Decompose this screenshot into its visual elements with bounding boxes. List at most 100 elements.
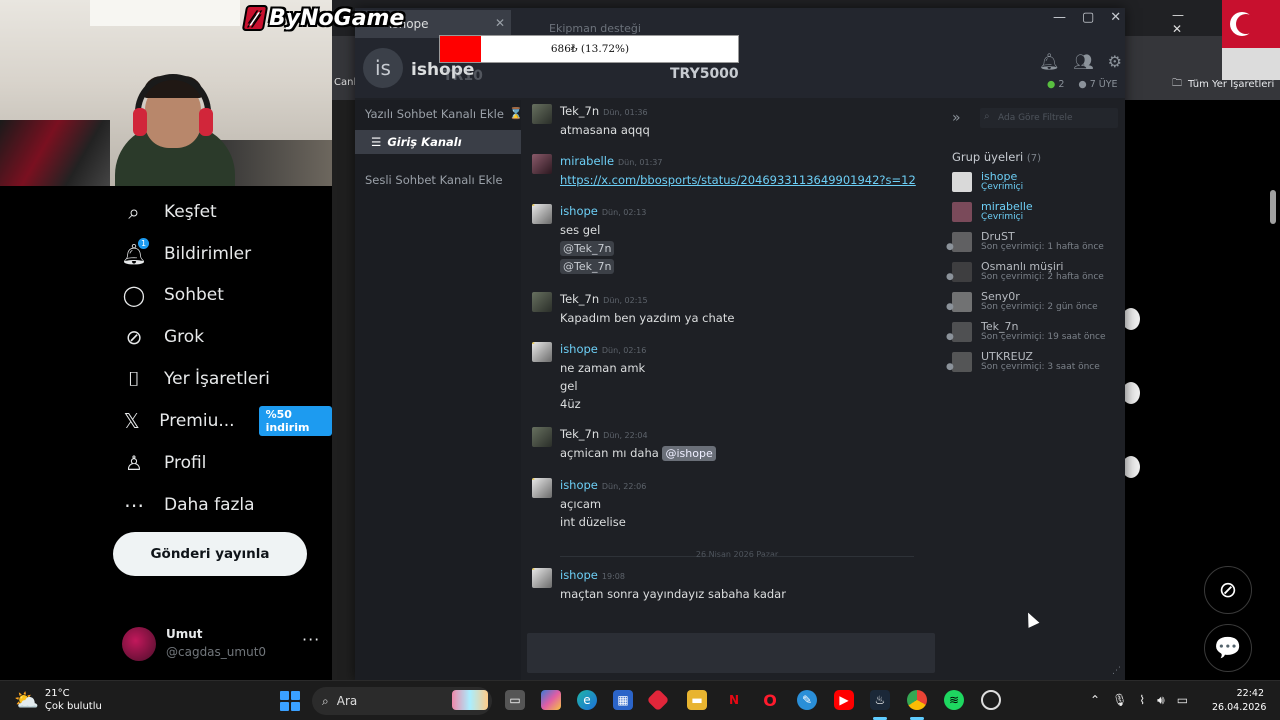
gear-icon[interactable]: ⚙ bbox=[1108, 52, 1122, 71]
avatar[interactable]: ♛ bbox=[532, 478, 552, 498]
member-status: Çevrimiçi bbox=[981, 212, 1024, 222]
member-row[interactable]: ● UTKREUZ Son çevrimiçi: 3 saat önce bbox=[946, 350, 1124, 376]
avatar[interactable] bbox=[532, 104, 552, 124]
bell-icon[interactable]: 🔔︎ bbox=[1039, 52, 1059, 71]
avatar bbox=[122, 627, 156, 661]
grok-fab-button[interactable]: ⊘ bbox=[1204, 566, 1252, 614]
avatar bbox=[952, 172, 972, 192]
wifi-icon[interactable]: ⌇ bbox=[1139, 693, 1145, 708]
close-icon[interactable]: ✕ bbox=[1110, 10, 1121, 25]
speaker-icon[interactable]: 🔊︎ bbox=[1157, 693, 1165, 708]
nav-premium[interactable]: 𝕏 Premiu... %50 indirim bbox=[122, 404, 332, 438]
nav-label: Premiu... bbox=[159, 411, 235, 431]
nav-label: Daha fazla bbox=[164, 495, 255, 515]
bookmark-icon: ⌷ bbox=[128, 367, 140, 391]
mention-chip[interactable]: @ishope bbox=[662, 446, 716, 461]
more-circle-icon: ⋯ bbox=[124, 493, 144, 517]
steam-group-chat-window: ishope ✕ Ekipman desteği — ▢ ✕ is ishope… bbox=[355, 8, 1125, 680]
member-status: Çevrimiçi bbox=[981, 182, 1024, 192]
clock-date: 26.04.2026 bbox=[1212, 702, 1267, 713]
avatar[interactable]: ♛ bbox=[532, 204, 552, 224]
add-text-channel[interactable]: Yazılı Sohbet Kanalı Ekle ⌛ bbox=[365, 107, 523, 121]
nav-label: Profil bbox=[164, 453, 207, 473]
nav-explore[interactable]: ⌕ Keşfet bbox=[122, 195, 216, 229]
chat-fab-button[interactable]: 💬 bbox=[1204, 624, 1252, 672]
mention-chip[interactable]: @Tek_7n bbox=[560, 259, 615, 274]
battery-icon[interactable]: ▭ bbox=[1177, 693, 1188, 708]
nav-notifications[interactable]: 🔔︎ 1 Bildirimler bbox=[121, 237, 251, 271]
channel-entry-active[interactable]: ☰ Giriş Kanalı bbox=[355, 130, 521, 154]
window-controls: — ▢ ✕ bbox=[1053, 10, 1121, 25]
message-text: 4üz bbox=[560, 397, 581, 411]
app-circle-icon[interactable] bbox=[981, 690, 1001, 710]
clock[interactable]: 22:42 26.04.2026 bbox=[1212, 687, 1267, 715]
store-icon[interactable]: ▦ bbox=[613, 690, 633, 710]
account-switcher[interactable]: Umut @cagdas_umut0 ··· bbox=[122, 624, 322, 664]
account-more-icon[interactable]: ··· bbox=[302, 630, 320, 649]
page-scrollbar[interactable] bbox=[1270, 190, 1276, 224]
start-button[interactable] bbox=[280, 691, 300, 711]
maximize-icon[interactable]: ▢ bbox=[1082, 10, 1094, 25]
cloudy-icon: ⛅ bbox=[14, 688, 39, 712]
message-text: gel bbox=[560, 379, 578, 393]
invite-friend-icon[interactable]: 👥︎ bbox=[1073, 52, 1093, 71]
avatar[interactable] bbox=[532, 292, 552, 312]
avatar[interactable]: ♛ bbox=[532, 342, 552, 362]
member-row[interactable]: ● Seny0r Son çevrimiçi: 2 gün önce bbox=[946, 290, 1124, 316]
copilot-icon[interactable] bbox=[541, 690, 561, 710]
member-status: Son çevrimiçi: 2 gün önce bbox=[981, 302, 1098, 312]
edge-icon[interactable]: e bbox=[577, 690, 597, 710]
message-text: ne zaman amk bbox=[560, 361, 646, 375]
group-avatar[interactable]: is bbox=[363, 48, 403, 88]
chevron-up-icon[interactable]: ⌃ bbox=[1090, 693, 1100, 708]
avatar[interactable]: ♛ bbox=[532, 568, 552, 588]
clock-time: 22:42 bbox=[1236, 688, 1264, 699]
close-tab-icon[interactable]: ✕ bbox=[495, 16, 505, 30]
minimize-icon[interactable]: — bbox=[1053, 10, 1066, 25]
message-input[interactable] bbox=[527, 633, 935, 673]
member-row[interactable]: ● Tek_7n Son çevrimiçi: 19 saat önce bbox=[946, 320, 1124, 346]
notification-badge: 1 bbox=[138, 238, 149, 249]
overlay-goal-label: Ekipman desteği bbox=[549, 22, 641, 35]
youtube-icon[interactable]: ▶ bbox=[834, 690, 854, 710]
post-button[interactable]: Gönderi yayınla bbox=[113, 532, 307, 576]
weather-widget[interactable]: ⛅ 21°C Çok bulutlu bbox=[14, 687, 102, 713]
member-row[interactable]: mirabelle Çevrimiçi bbox=[952, 200, 1124, 226]
spotify-icon[interactable]: ≋ bbox=[944, 690, 964, 710]
channel-list: Yazılı Sohbet Kanalı Ekle ⌛ ☰ Giriş Kana… bbox=[355, 100, 523, 680]
member-row[interactable]: ishope Çevrimiçi bbox=[952, 170, 1124, 196]
resize-grip-icon[interactable]: ⋰ bbox=[1112, 666, 1121, 676]
avatar bbox=[952, 322, 972, 342]
offline-person-icon: ● bbox=[946, 302, 954, 312]
nav-bookmarks[interactable]: ⌷ Yer İşaretleri bbox=[122, 362, 270, 396]
file-explorer-icon[interactable]: ▬ bbox=[687, 690, 707, 710]
add-voice-channel[interactable]: Sesli Sohbet Kanalı Ekle bbox=[365, 173, 503, 187]
microphone-icon[interactable]: 🎙︎ bbox=[1112, 693, 1127, 708]
mention-chip[interactable]: @Tek_7n bbox=[560, 241, 615, 256]
avatar bbox=[952, 232, 972, 252]
task-view-icon[interactable]: ▭ bbox=[505, 690, 525, 710]
nav-more[interactable]: ⋯ Daha fazla bbox=[122, 488, 255, 522]
app-diamond-icon[interactable] bbox=[646, 688, 670, 712]
member-filter-input[interactable]: Ada Göre Filtrele bbox=[980, 108, 1118, 128]
taskbar: ⛅ 21°C Çok bulutlu ⌕ Ara ▭ e ▦ ▬ N O ✎ ▶… bbox=[0, 680, 1280, 720]
search-highlight-icon[interactable] bbox=[452, 690, 488, 710]
nav-chat[interactable]: ◯ Sohbet bbox=[122, 278, 224, 312]
avatar[interactable] bbox=[532, 427, 552, 447]
netflix-icon[interactable]: N bbox=[724, 690, 744, 710]
bookmarks-folder-label: Tüm Yer İşaretleri bbox=[1188, 79, 1275, 90]
online-count: 2 bbox=[1058, 79, 1065, 90]
clipboard-app-icon[interactable]: ✎ bbox=[797, 690, 817, 710]
message-link[interactable]: https://x.com/bbosports/status/204693311… bbox=[560, 173, 916, 187]
collapse-members-icon[interactable]: » bbox=[952, 110, 961, 126]
avatar[interactable] bbox=[532, 154, 552, 174]
chrome-icon[interactable] bbox=[907, 690, 927, 710]
offline-person-icon: ● bbox=[946, 332, 954, 342]
grok-icon: ⊘ bbox=[125, 325, 143, 349]
opera-icon[interactable]: O bbox=[760, 690, 780, 710]
member-row[interactable]: ● DruST Son çevrimiçi: 1 hafta önce bbox=[946, 230, 1124, 256]
steam-icon[interactable]: ♨ bbox=[870, 690, 890, 710]
nav-grok[interactable]: ⊘ Grok bbox=[122, 320, 204, 354]
member-row[interactable]: ● Osmanlı müşiri Son çevrimiçi: 2 hafta ön… bbox=[946, 260, 1124, 286]
nav-profile[interactable]: ♙ Profil bbox=[122, 446, 206, 480]
